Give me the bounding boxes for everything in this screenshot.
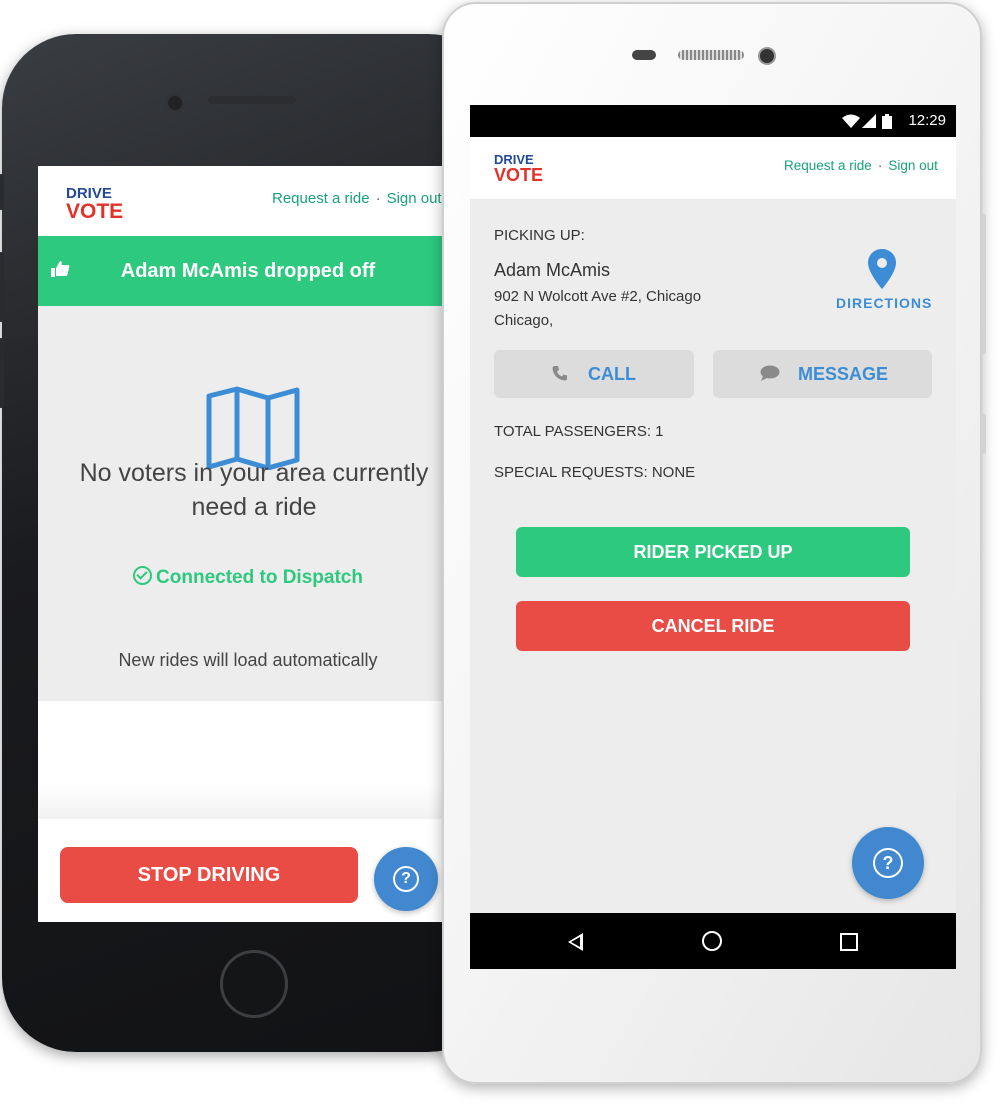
- battery-icon: [882, 114, 892, 134]
- iphone-volume-down: [0, 338, 4, 408]
- header-links: Request a ride · Sign out: [272, 190, 442, 207]
- back-icon[interactable]: [568, 933, 583, 951]
- message-button[interactable]: MESSAGE: [713, 350, 932, 398]
- content-spacer: [38, 701, 458, 819]
- check-circle-icon: [133, 566, 153, 585]
- pickup-address-line2: Chicago,: [494, 312, 554, 329]
- banner-text: Adam McAmis dropped off: [120, 260, 376, 282]
- status-time: 12:29: [908, 112, 946, 129]
- recent-apps-icon[interactable]: [840, 933, 858, 951]
- special-requests: SPECIAL REQUESTS: NONE: [494, 464, 696, 481]
- call-button[interactable]: CALL: [494, 350, 694, 398]
- phone-icon: [552, 365, 568, 385]
- android-power-button: [981, 414, 986, 454]
- pickup-screen: 12:29 DRIVE VOTE Request a ride · Sign out…: [470, 105, 956, 969]
- sign-out-link[interactable]: Sign out: [387, 190, 442, 207]
- request-ride-link[interactable]: Request a ride: [784, 158, 872, 173]
- link-separator: ·: [877, 158, 883, 173]
- earpiece-speaker: [678, 50, 744, 60]
- front-camera: [758, 47, 776, 65]
- bottom-action-bar: STOP DRIVING ?: [38, 819, 458, 922]
- no-voters-message: No voters in your area currently need a …: [79, 459, 429, 521]
- help-button[interactable]: ?: [852, 827, 924, 899]
- help-icon: ?: [873, 848, 903, 878]
- drive-the-vote-logo[interactable]: DRIVE VOTE: [66, 186, 123, 222]
- logo-text-drive: DRIVE: [66, 185, 112, 202]
- android-volume-rocker: [981, 214, 986, 354]
- cancel-ride-button[interactable]: CANCEL RIDE: [516, 601, 910, 651]
- request-ride-link[interactable]: Request a ride: [272, 190, 370, 207]
- auto-load-note: New rides will load automatically: [118, 650, 378, 670]
- logo-text-vote: VOTE: [494, 165, 544, 185]
- iphone-mute-switch: [0, 174, 4, 210]
- call-button-label: CALL: [588, 364, 636, 384]
- driver-screen: DRIVE VOTE Request a ride · Sign out Adam …: [38, 166, 458, 922]
- picking-up-label: PICKING UP:: [494, 227, 585, 244]
- drive-the-vote-logo[interactable]: DRIVE VOTE: [494, 153, 543, 184]
- android-device: 12:29 DRIVE VOTE Request a ride · Sign out…: [442, 2, 986, 1084]
- help-icon: ?: [393, 866, 419, 892]
- iphone-volume-up: [0, 252, 4, 322]
- total-passengers: TOTAL PASSENGERS: 1: [494, 423, 664, 440]
- home-circle-icon[interactable]: [702, 931, 722, 951]
- dispatch-status-text: Connected to Dispatch: [156, 567, 363, 588]
- link-separator: ·: [375, 190, 381, 207]
- directions-link[interactable]: DIRECTIONS: [836, 295, 932, 311]
- message-button-label: MESSAGE: [798, 364, 889, 384]
- rider-picked-up-button[interactable]: RIDER PICKED UP: [516, 527, 910, 577]
- signal-icon: [862, 114, 876, 133]
- home-button[interactable]: [220, 950, 288, 1018]
- dropoff-banner: Adam McAmis dropped off: [38, 236, 458, 306]
- app-header: DRIVE VOTE Request a ride · Sign out: [470, 137, 956, 199]
- pickup-address-line1: 902 N Wolcott Ave #2, Chicago: [494, 288, 702, 305]
- wifi-icon: [842, 114, 860, 133]
- front-camera: [166, 94, 184, 112]
- header-links: Request a ride · Sign out: [784, 158, 938, 173]
- iphone-device: DRIVE VOTE Request a ride · Sign out Adam …: [0, 34, 502, 1052]
- status-bar: 12:29: [470, 105, 956, 137]
- app-header: DRIVE VOTE Request a ride · Sign out: [38, 166, 458, 236]
- map-pin-icon[interactable]: [868, 249, 896, 294]
- android-nav-bar: [470, 913, 956, 969]
- rider-name: Adam McAmis: [494, 260, 611, 280]
- help-button[interactable]: ?: [374, 847, 438, 911]
- dispatch-status: Connected to Dispatch: [38, 566, 458, 589]
- sign-out-link[interactable]: Sign out: [888, 158, 938, 173]
- chat-bubble-icon: [760, 365, 780, 385]
- earpiece-speaker: [208, 96, 296, 104]
- logo-text-vote: VOTE: [66, 200, 124, 223]
- stop-driving-button[interactable]: STOP DRIVING: [60, 847, 358, 903]
- proximity-sensor: [632, 50, 656, 60]
